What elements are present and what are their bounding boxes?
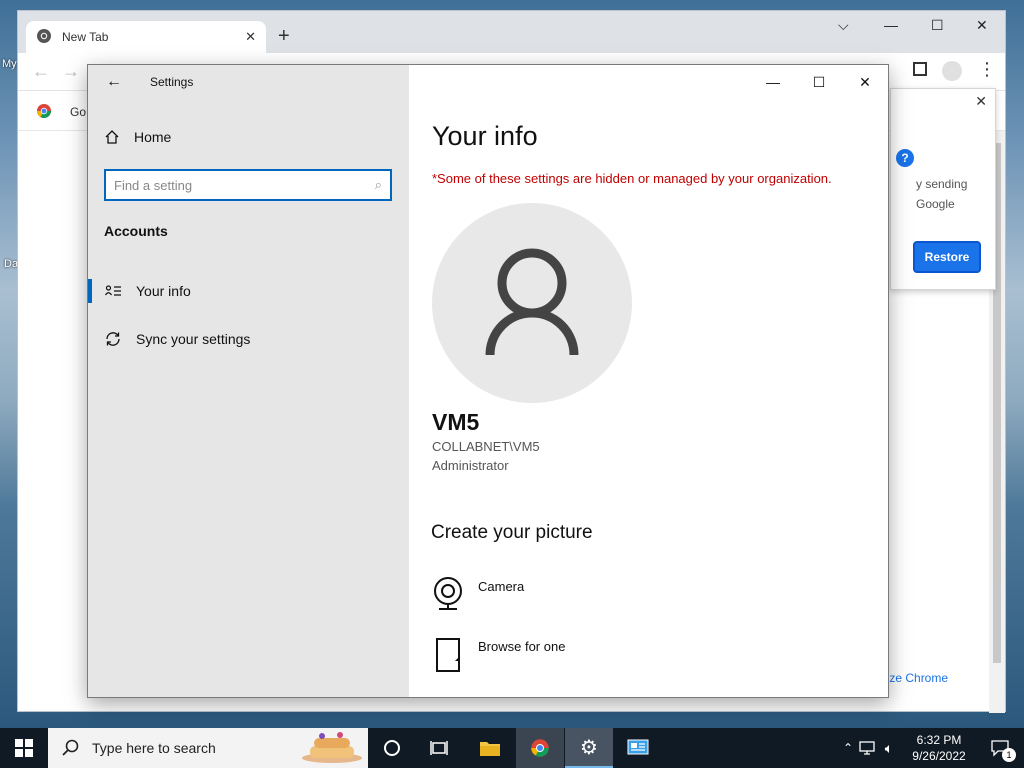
chevron-down-icon[interactable]: ⌵ bbox=[838, 17, 849, 34]
control-panel-taskbar-button[interactable] bbox=[614, 728, 662, 768]
restore-button[interactable]: Restore bbox=[913, 241, 981, 273]
network-icon[interactable] bbox=[858, 740, 878, 756]
taskbar-search-box[interactable]: Type here to search bbox=[48, 728, 368, 768]
avatar bbox=[432, 203, 632, 403]
create-picture-heading: Create your picture bbox=[431, 522, 593, 543]
side-panel-icon[interactable] bbox=[913, 62, 927, 76]
system-tray: ⌃ 🔈︎ bbox=[838, 728, 900, 768]
desktop-icon-label[interactable]: My bbox=[2, 58, 17, 70]
home-label: Home bbox=[134, 129, 172, 145]
bookmark-google[interactable]: Go bbox=[70, 105, 86, 119]
user-icon bbox=[485, 248, 579, 356]
notification-badge: 1 bbox=[1002, 748, 1016, 762]
settings-window: ← Settings Home ⌕ Accounts Your info Syn… bbox=[87, 64, 889, 698]
back-arrow-icon[interactable]: ← bbox=[106, 73, 122, 91]
maximize-button[interactable]: ☐ bbox=[796, 65, 842, 99]
taskbar: Type here to search ⚙ ⌃ 🔈︎ 6:32 PM 9/26/… bbox=[0, 728, 1024, 768]
nav-item-sync-settings[interactable]: Sync your settings bbox=[88, 319, 409, 359]
maximize-icon[interactable]: ☐ bbox=[931, 17, 944, 34]
cortana-circle-icon bbox=[384, 740, 400, 756]
menu-dots-icon[interactable]: ⋮ bbox=[978, 59, 996, 80]
chrome-logo-icon bbox=[36, 28, 52, 47]
volume-icon[interactable]: 🔈︎ bbox=[878, 740, 900, 757]
window-controls: — ☐ ✕ bbox=[750, 65, 888, 99]
windows-logo-icon bbox=[15, 739, 33, 757]
minimize-icon[interactable]: — bbox=[884, 17, 898, 33]
search-highlight-image-icon bbox=[302, 732, 362, 763]
cortana-button[interactable] bbox=[368, 728, 416, 768]
restore-pages-popup: ✕ ? y sending Google Restore bbox=[890, 88, 996, 290]
search-icon bbox=[62, 739, 79, 756]
settings-sidebar: ← Settings Home ⌕ Accounts Your info Syn… bbox=[88, 65, 409, 697]
sync-icon bbox=[104, 330, 122, 348]
clock[interactable]: 6:32 PM 9/26/2022 bbox=[900, 732, 978, 764]
close-button[interactable]: ✕ bbox=[842, 65, 888, 99]
customize-chrome-link[interactable]: nize Chrome bbox=[880, 671, 948, 685]
settings-content: — ☐ ✕ Your info *Some of these settings … bbox=[409, 65, 888, 697]
file-icon bbox=[436, 638, 460, 672]
find-setting-search[interactable]: ⌕ bbox=[104, 169, 392, 201]
task-view-icon bbox=[430, 741, 448, 755]
action-center-button[interactable]: 1 bbox=[976, 728, 1024, 768]
window-title: Settings bbox=[150, 75, 194, 89]
home-icon bbox=[105, 130, 119, 144]
forward-icon[interactable]: → bbox=[62, 61, 80, 82]
option-label: Camera bbox=[478, 579, 525, 594]
person-list-icon bbox=[104, 285, 122, 297]
user-name: VM5 bbox=[432, 409, 480, 435]
control-panel-icon bbox=[627, 739, 649, 755]
desktop-icon-label[interactable]: Da bbox=[4, 258, 18, 270]
nav-item-your-info[interactable]: Your info bbox=[88, 271, 409, 311]
profile-icon[interactable] bbox=[942, 61, 962, 81]
home-nav-item[interactable]: Home bbox=[104, 129, 171, 145]
gear-icon: ⚙ bbox=[580, 736, 598, 759]
user-role: Administrator bbox=[432, 458, 509, 473]
chrome-logo-icon bbox=[36, 103, 52, 124]
file-explorer-button[interactable] bbox=[466, 728, 514, 768]
popup-text: y sending bbox=[916, 177, 968, 191]
help-icon[interactable]: ? bbox=[896, 149, 914, 167]
chevron-up-icon[interactable]: ⌃ bbox=[838, 741, 858, 755]
nav-label: Your info bbox=[136, 283, 191, 299]
chrome-tab-strip: New Tab ✕ + ⌵ — ☐ ✕ bbox=[18, 11, 1005, 53]
close-icon[interactable]: ✕ bbox=[976, 17, 988, 34]
clock-time: 6:32 PM bbox=[916, 733, 962, 747]
new-tab-icon[interactable]: + bbox=[278, 25, 290, 48]
minimize-button[interactable]: — bbox=[750, 65, 796, 99]
tab-close-icon[interactable]: ✕ bbox=[245, 29, 256, 45]
popup-text: Google bbox=[916, 197, 955, 211]
camera-option[interactable]: Camera bbox=[432, 577, 524, 611]
chrome-taskbar-button[interactable] bbox=[516, 728, 564, 768]
back-icon[interactable]: ← bbox=[32, 61, 50, 82]
search-input[interactable] bbox=[114, 177, 375, 193]
search-icon: ⌕ bbox=[374, 177, 382, 192]
nav-label: Sync your settings bbox=[136, 331, 251, 347]
search-placeholder: Type here to search bbox=[92, 740, 216, 756]
close-icon[interactable]: ✕ bbox=[975, 93, 987, 110]
start-button[interactable] bbox=[0, 728, 48, 768]
chrome-icon bbox=[531, 739, 549, 757]
option-label: Browse for one bbox=[478, 639, 566, 654]
managed-warning: *Some of these settings are hidden or ma… bbox=[432, 171, 832, 186]
browse-option[interactable]: Browse for one bbox=[432, 637, 565, 673]
user-account: COLLABNET\VM5 bbox=[432, 439, 540, 454]
chrome-tab-title: New Tab bbox=[62, 30, 109, 44]
camera-icon bbox=[434, 577, 462, 610]
page-title: Your info bbox=[432, 121, 538, 151]
section-title: Accounts bbox=[104, 223, 168, 239]
settings-taskbar-button[interactable]: ⚙ bbox=[565, 728, 613, 768]
clock-date: 9/26/2022 bbox=[912, 749, 966, 763]
chrome-tab[interactable]: New Tab ✕ bbox=[26, 21, 266, 53]
task-view-button[interactable] bbox=[416, 728, 464, 768]
folder-icon bbox=[480, 742, 500, 756]
